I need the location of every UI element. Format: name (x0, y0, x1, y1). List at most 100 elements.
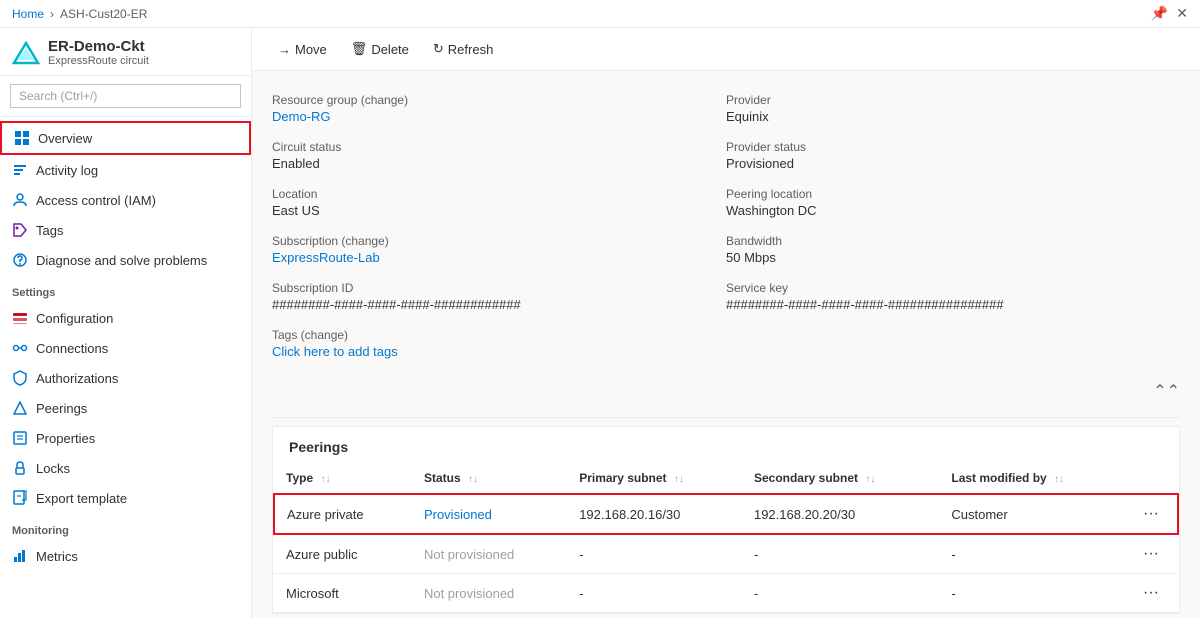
monitoring-section-label: Monitoring (0, 513, 251, 541)
breadcrumb-home[interactable]: Home (12, 7, 44, 21)
move-button[interactable]: → Move (268, 37, 337, 62)
location-cell: Location East US (272, 181, 726, 228)
microsoft-ellipsis-button[interactable]: ··· (1137, 582, 1165, 604)
azure-private-actions: ··· (1125, 494, 1178, 534)
peering-location-value: Washington DC (726, 203, 1168, 218)
pin-icon[interactable]: 📌 (1151, 5, 1168, 22)
azure-private-ellipsis-button[interactable]: ··· (1137, 503, 1165, 525)
sidebar-item-connections[interactable]: Connections (0, 333, 251, 363)
azure-public-status: Not provisioned (412, 534, 567, 574)
breadcrumb-current: ASH-Cust20-ER (60, 7, 147, 21)
collapse-bar: ⌃⌃ (272, 377, 1180, 409)
sidebar-item-diagnose-label: Diagnose and solve problems (36, 253, 207, 268)
col-actions (1125, 463, 1178, 494)
sidebar-search-container (0, 76, 251, 117)
access-control-icon (12, 192, 28, 208)
col-last-modified[interactable]: Last modified by ↑↓ (939, 463, 1125, 494)
azure-private-secondary: 192.168.20.20/30 (742, 494, 939, 534)
sidebar-item-activity-log[interactable]: Activity log (0, 155, 251, 185)
locks-icon (12, 460, 28, 476)
app-subtitle: ExpressRoute circuit (48, 55, 149, 67)
peering-location-cell: Peering location Washington DC (726, 181, 1180, 228)
tags-label: Tags (change) (272, 328, 1168, 342)
subscription-cell: Subscription (change) ExpressRoute-Lab (272, 228, 726, 275)
sort-secondary-icon: ↑↓ (865, 474, 875, 485)
properties-icon (12, 430, 28, 446)
microsoft-primary: - (567, 574, 742, 613)
azure-private-primary: 192.168.20.16/30 (567, 494, 742, 534)
close-icon[interactable]: ✕ (1176, 5, 1188, 22)
sidebar-item-locks[interactable]: Locks (0, 453, 251, 483)
breadcrumb: Home › ASH-Cust20-ER 📌 ✕ (0, 0, 1200, 28)
peerings-title: Peerings (273, 427, 1179, 463)
collapse-button[interactable]: ⌃⌃ (1153, 381, 1180, 401)
sidebar-item-configuration[interactable]: Configuration (0, 303, 251, 333)
subscription-value[interactable]: ExpressRoute-Lab (272, 250, 380, 265)
export-template-icon (12, 490, 28, 506)
settings-section-label: Settings (0, 275, 251, 303)
subscription-id-label: Subscription ID (272, 281, 714, 295)
refresh-button[interactable]: ↻ Refresh (423, 36, 503, 62)
subscription-label: Subscription (change) (272, 234, 714, 248)
sidebar-item-connections-label: Connections (36, 341, 108, 356)
col-primary-subnet[interactable]: Primary subnet ↑↓ (567, 463, 742, 494)
sidebar-item-export-template[interactable]: Export template (0, 483, 251, 513)
tags-link[interactable]: Click here to add tags (272, 344, 398, 359)
col-secondary-subnet[interactable]: Secondary subnet ↑↓ (742, 463, 939, 494)
sidebar-item-tags[interactable]: Tags (0, 215, 251, 245)
service-key-label: Service key (726, 281, 1168, 295)
refresh-icon: ↻ (433, 41, 444, 57)
sidebar-item-diagnose[interactable]: Diagnose and solve problems (0, 245, 251, 275)
sidebar-header: ER-Demo-Ckt ExpressRoute circuit (0, 28, 251, 76)
activity-log-icon (12, 162, 28, 178)
sidebar-item-export-template-label: Export template (36, 491, 127, 506)
delete-icon: 🗑 (351, 41, 368, 57)
col-status[interactable]: Status ↑↓ (412, 463, 567, 494)
sidebar-nav: Overview Activity log Access control (IA… (0, 117, 251, 575)
content-area: Resource group (change) Demo-RG Provider… (252, 71, 1200, 618)
resource-group-value[interactable]: Demo-RG (272, 109, 331, 124)
sidebar: ER-Demo-Ckt ExpressRoute circuit Overvie… (0, 28, 252, 618)
sidebar-item-overview-label: Overview (38, 131, 92, 146)
subscription-id-cell: Subscription ID ########-####-####-####-… (272, 275, 726, 322)
move-icon: → (278, 42, 291, 57)
sidebar-item-metrics-label: Metrics (36, 549, 78, 564)
provider-value: Equinix (726, 109, 1168, 124)
peerings-table: Type ↑↓ Status ↑↓ Primary subnet ↑↓ (273, 463, 1179, 613)
main-content: → Move 🗑 Delete ↻ Refresh Resource group… (252, 28, 1200, 618)
azure-public-ellipsis-button[interactable]: ··· (1137, 543, 1165, 565)
sidebar-item-access-control[interactable]: Access control (IAM) (0, 185, 251, 215)
sidebar-item-properties[interactable]: Properties (0, 423, 251, 453)
search-input[interactable] (10, 84, 241, 108)
overview-icon (14, 130, 30, 146)
resource-group-label: Resource group (change) (272, 93, 714, 107)
sidebar-item-peerings-label: Peerings (36, 401, 87, 416)
peering-location-label: Peering location (726, 187, 1168, 201)
service-key-value: ########-####-####-####-################ (726, 297, 1168, 312)
circuit-status-value: Enabled (272, 156, 714, 171)
sidebar-item-activity-log-label: Activity log (36, 163, 98, 178)
sidebar-item-locks-label: Locks (36, 461, 70, 476)
location-label: Location (272, 187, 714, 201)
bandwidth-cell: Bandwidth 50 Mbps (726, 228, 1180, 275)
sidebar-item-access-control-label: Access control (IAM) (36, 193, 156, 208)
diagnose-icon (12, 252, 28, 268)
azure-private-status: Provisioned (412, 494, 567, 534)
provider-cell: Provider Equinix (726, 87, 1180, 134)
azure-public-secondary: - (742, 534, 939, 574)
sidebar-item-authorizations[interactable]: Authorizations (0, 363, 251, 393)
delete-button[interactable]: 🗑 Delete (341, 36, 419, 62)
sidebar-item-properties-label: Properties (36, 431, 95, 446)
sidebar-item-metrics[interactable]: Metrics (0, 541, 251, 571)
azure-public-primary: - (567, 534, 742, 574)
metrics-icon (12, 548, 28, 564)
table-row-azure-public: Azure public Not provisioned - - - ··· (274, 534, 1178, 574)
sidebar-item-peerings[interactable]: Peerings (0, 393, 251, 423)
sidebar-item-overview[interactable]: Overview (0, 121, 251, 155)
provider-label: Provider (726, 93, 1168, 107)
resource-group-cell: Resource group (change) Demo-RG (272, 87, 726, 134)
configuration-icon (12, 310, 28, 326)
col-type[interactable]: Type ↑↓ (274, 463, 412, 494)
tags-cell: Tags (change) Click here to add tags (272, 322, 1180, 369)
sort-modified-icon: ↑↓ (1054, 474, 1064, 485)
